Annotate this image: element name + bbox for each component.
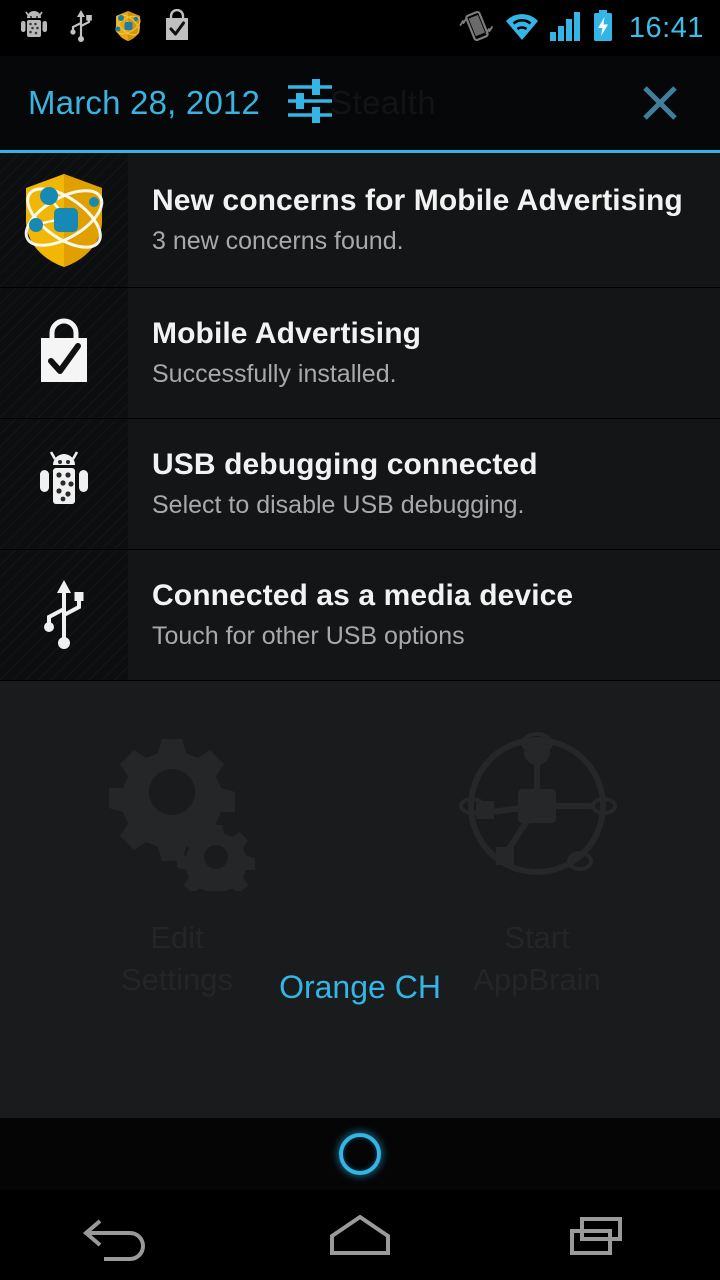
notification-title: Mobile Advertising — [152, 317, 422, 351]
notification-text-cell: Connected as a media device Touch for ot… — [128, 550, 720, 680]
notification-row[interactable]: Connected as a media device Touch for ot… — [0, 550, 720, 681]
settings-sliders-icon[interactable] — [284, 76, 336, 131]
shield-security-icon — [112, 9, 144, 48]
notification-icon-cell — [0, 550, 128, 680]
usb-icon — [68, 9, 94, 48]
notification-subtitle: Successfully installed. — [152, 359, 397, 388]
home-button[interactable] — [240, 1190, 480, 1280]
status-bar-clock: 16:41 — [628, 11, 704, 44]
network-shield-icon — [24, 174, 104, 267]
appbrain-network-icon — [459, 732, 617, 875]
signal-bars-icon — [549, 10, 583, 47]
notification-title: Connected as a media device — [152, 579, 574, 613]
notification-text-cell: New concerns for Mobile Advertising 3 ne… — [128, 153, 720, 287]
notification-icon-cell — [0, 419, 128, 549]
notification-icon-cell — [0, 288, 128, 418]
notification-row[interactable]: Mobile Advertising Successfully installe… — [0, 288, 720, 419]
status-bar-right-icons: 16:41 — [459, 9, 704, 48]
shade-date-label: March 28, 2012 — [28, 84, 261, 121]
android-debug-icon — [40, 451, 88, 504]
notification-title: New concerns for Mobile Advertising — [152, 184, 683, 218]
ghost-widget-edit-settings[interactable]: Edit Settings — [62, 721, 292, 1001]
wifi-icon — [504, 10, 540, 47]
back-button[interactable] — [0, 1190, 240, 1280]
notification-subtitle: Select to disable USB debugging. — [152, 490, 525, 519]
notification-text-cell: USB debugging connected Select to disabl… — [128, 419, 720, 549]
ghost-widget-start-appbrain[interactable]: Start AppBrain — [422, 721, 652, 1001]
carrier-label: Orange CH — [279, 969, 441, 1005]
android-notification-shade-screen: 16:41 Stealth March 28, 2012 New concern… — [0, 0, 720, 1280]
shade-header: Stealth March 28, 2012 — [0, 56, 720, 150]
shade-handle-area[interactable] — [0, 1118, 720, 1190]
notification-subtitle: 3 new concerns found. — [152, 226, 404, 255]
shade-empty-area: Edit Settings Start AppBrain Orange CH — [0, 681, 720, 1121]
vibrate-icon — [459, 9, 495, 48]
notification-shade-panel: Stealth March 28, 2012 New concerns for … — [0, 56, 720, 1121]
notification-icon-cell — [0, 153, 128, 287]
gears-icon — [109, 739, 255, 891]
notification-row[interactable]: New concerns for Mobile Advertising 3 ne… — [0, 153, 720, 288]
notification-text-cell: Mobile Advertising Successfully installe… — [128, 288, 720, 418]
android-debug-icon — [18, 9, 50, 48]
clear-all-button[interactable] — [630, 73, 690, 133]
navigation-bar — [0, 1190, 720, 1280]
shade-drag-handle[interactable] — [339, 1133, 381, 1175]
status-bar-left-icons — [0, 8, 192, 48]
recents-button[interactable] — [480, 1190, 720, 1280]
notification-list: New concerns for Mobile Advertising 3 ne… — [0, 153, 720, 681]
home-pentagon-icon — [330, 1214, 390, 1255]
close-x-icon — [643, 86, 677, 120]
notification-subtitle: Touch for other USB options — [152, 621, 465, 650]
notification-row[interactable]: USB debugging connected Select to disabl… — [0, 419, 720, 550]
play-store-bag-icon — [162, 8, 192, 48]
status-bar: 16:41 — [0, 0, 720, 56]
header-ghost-text: Stealth — [330, 84, 437, 121]
recent-apps-icon — [570, 1217, 622, 1255]
back-arrow-icon — [82, 1219, 145, 1261]
battery-charging-icon — [592, 9, 614, 48]
usb-icon — [44, 580, 84, 649]
notification-title: USB debugging connected — [152, 448, 538, 482]
play-store-bag-icon — [41, 318, 87, 382]
